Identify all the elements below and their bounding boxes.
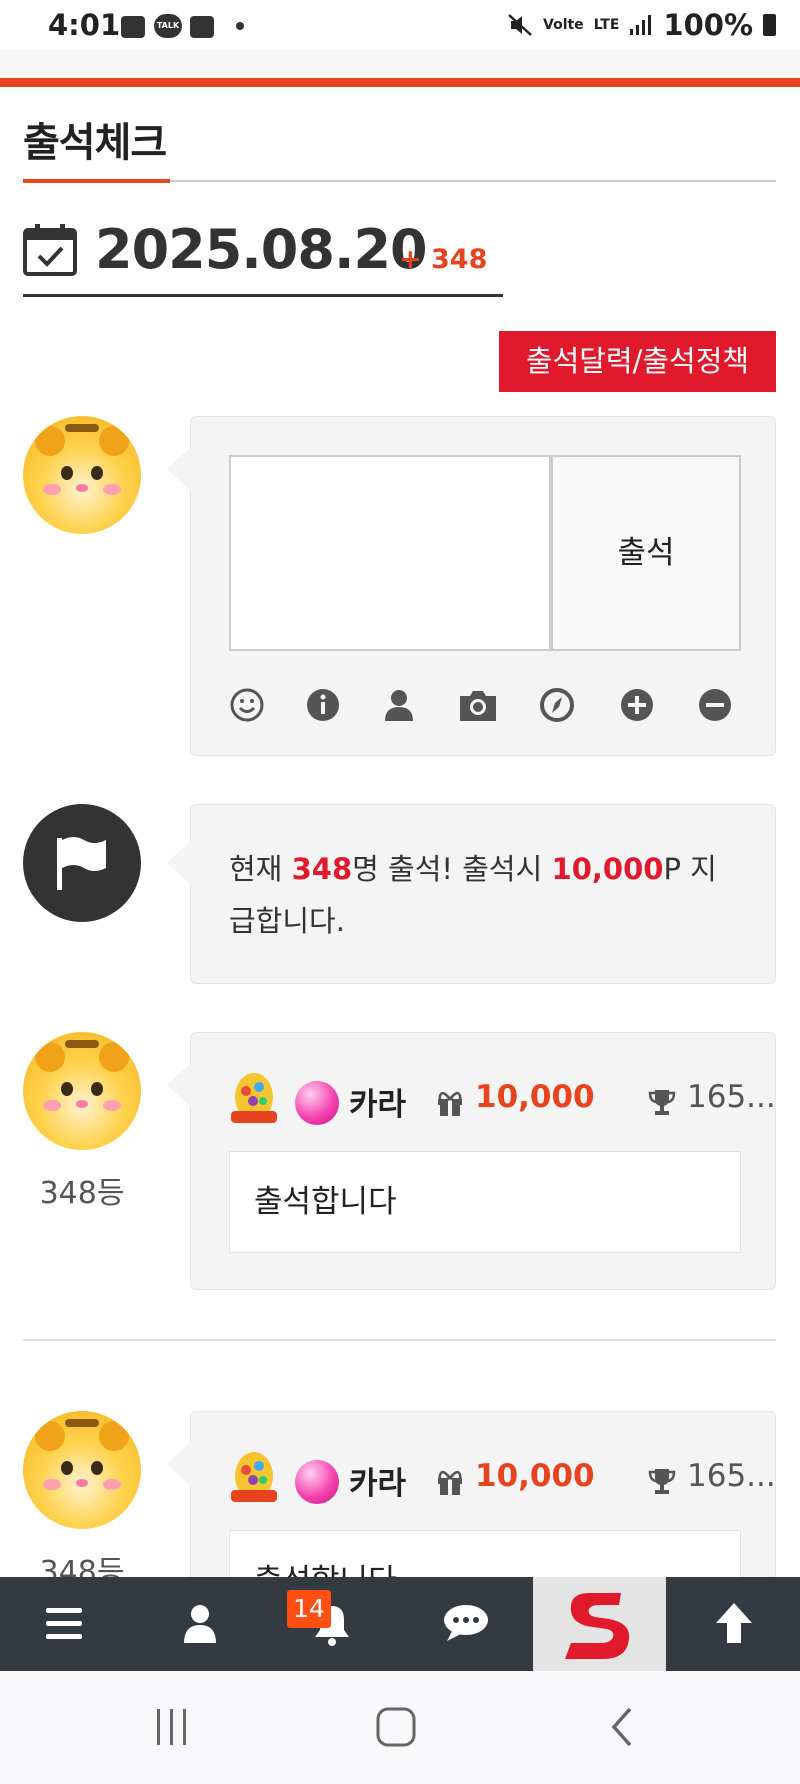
grade-icon: [295, 1460, 339, 1504]
attendance-notice: 현재 348명 출석! 출석시 10,000P 지급합니다.: [167, 804, 776, 984]
title-underline: [23, 179, 170, 183]
date-row: 2025.08.20 + 348: [23, 218, 503, 297]
trophy-icon: [648, 1469, 676, 1494]
camera-icon[interactable]: [457, 687, 499, 723]
notice-mid: 명 출석! 출석시: [352, 852, 552, 886]
status-time: 4:01: [48, 8, 121, 42]
battery-percent: 100%: [663, 8, 753, 42]
avatar: [23, 416, 141, 534]
calendar-check-icon: [23, 224, 77, 276]
entry-rank: 348등: [39, 1176, 125, 1211]
notice-prefix: 현재: [229, 852, 292, 886]
site-logo-button[interactable]: [533, 1577, 666, 1671]
entry-comment: 출석합니다: [229, 1151, 741, 1253]
status-bar: 4:01 TALK Volte LTE 100%: [0, 0, 800, 50]
back-icon[interactable]: [606, 1705, 638, 1749]
more-notifications-icon: [236, 22, 244, 30]
attendance-entry: 카라 10,000 165... 출석합니다: [167, 1032, 776, 1290]
entry-trophy: 165...: [687, 1458, 776, 1494]
system-nav-bar: [0, 1671, 800, 1784]
calendar-app-icon: [190, 16, 214, 38]
flag-avatar: [23, 804, 141, 922]
entry-nickname[interactable]: 카라: [349, 1458, 406, 1503]
trophy-icon: [648, 1090, 676, 1115]
entry-trophy: 165...: [687, 1079, 776, 1115]
entry-meta: 카라 10,000 165...: [229, 1448, 776, 1504]
gift-icon: [438, 1091, 462, 1116]
notice-count: 348: [291, 852, 353, 886]
info-icon[interactable]: [305, 687, 341, 723]
arrow-up-icon[interactable]: [713, 1601, 755, 1645]
entry-meta: 카라 10,000 165...: [229, 1069, 776, 1125]
notice-text: 현재 348명 출석! 출석시 10,000P 지급합니다.: [229, 843, 719, 947]
attendance-policy-button[interactable]: 출석달력/출석정책: [499, 331, 776, 392]
avatar: [23, 1032, 141, 1150]
chat-icon[interactable]: [442, 1603, 490, 1643]
browser-top-strip: [0, 50, 800, 78]
smile-icon[interactable]: [229, 687, 265, 723]
avatar: [23, 1411, 141, 1529]
plus-circle-icon[interactable]: [619, 687, 655, 723]
bottom-nav: [0, 1577, 800, 1671]
level-icon: [231, 1452, 277, 1502]
level-icon: [231, 1073, 277, 1123]
write-form-panel: 출석: [167, 416, 776, 756]
battery-icon: [763, 14, 776, 36]
entry-point: 10,000: [475, 1458, 595, 1494]
attendance-date: 2025.08.20: [95, 218, 428, 281]
entry-divider: [23, 1339, 776, 1341]
page-title: 출석체크: [23, 120, 167, 166]
attendance-comment-input[interactable]: [229, 455, 551, 651]
notification-badge: 14: [287, 1590, 331, 1628]
menu-icon[interactable]: [44, 1605, 84, 1643]
attendance-count-badge: + 348: [399, 244, 488, 275]
attendance-submit-button[interactable]: 출석: [551, 455, 741, 651]
entry-nickname[interactable]: 카라: [349, 1079, 406, 1124]
gift-icon: [438, 1470, 462, 1495]
kakaotalk-icon: TALK: [154, 14, 182, 38]
status-right: Volte LTE 100%: [507, 8, 776, 42]
user-icon[interactable]: [381, 687, 417, 723]
flag-icon: [57, 837, 106, 890]
recent-apps-icon[interactable]: [152, 1707, 192, 1747]
user-icon[interactable]: [182, 1603, 218, 1643]
volte-label: Volte: [543, 17, 584, 33]
grade-icon: [295, 1081, 339, 1125]
write-toolbar: [229, 687, 739, 727]
header-accent-line: [0, 78, 800, 87]
site-logo: [565, 1593, 630, 1659]
signal-icon: [630, 15, 652, 35]
notice-points: 10,000: [551, 852, 664, 886]
mute-icon: [508, 14, 532, 36]
lte-label: LTE: [593, 17, 620, 33]
minus-circle-icon[interactable]: [697, 687, 733, 723]
home-icon[interactable]: [374, 1705, 418, 1749]
entry-point: 10,000: [475, 1079, 595, 1115]
compass-icon[interactable]: [539, 687, 575, 723]
gallery-icon: [121, 16, 145, 38]
